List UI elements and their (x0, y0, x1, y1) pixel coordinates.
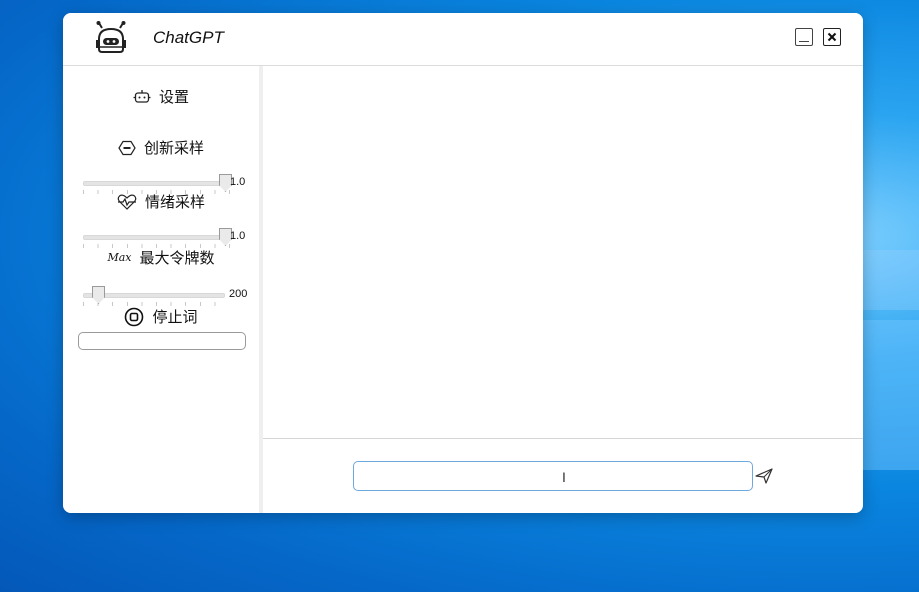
close-button[interactable] (823, 28, 841, 46)
text-cursor-icon: I (562, 469, 566, 485)
innovation-header: 创新采样 (63, 137, 259, 158)
minimize-button[interactable] (795, 28, 813, 46)
max-text-icon: Max (107, 251, 132, 264)
desktop-light-streak (859, 250, 919, 310)
settings-label: 设置 (158, 89, 189, 106)
heart-pulse-icon (117, 194, 137, 210)
robot-small-icon (133, 89, 151, 103)
app-window: ChatGPT 设置 创新采样 1.0 情绪采样 1.0 Max 最大令牌数 2… (63, 13, 863, 513)
robot-logo-icon (96, 21, 126, 53)
emotion-header: 情绪采样 (63, 191, 259, 212)
stop-icon (125, 307, 144, 326)
message-input[interactable]: I (353, 461, 753, 491)
close-icon (827, 32, 837, 42)
new-badge-icon (118, 140, 136, 155)
emotion-value: 1.0 (230, 230, 246, 242)
stop-words-header: 停止词 (63, 306, 259, 327)
input-footer: I (263, 438, 863, 513)
stop-words-input[interactable] (78, 332, 246, 350)
settings-header: 设置 (63, 86, 259, 107)
innovation-value: 1.0 (230, 176, 246, 188)
emotion-label: 情绪采样 (144, 194, 205, 211)
chat-history-area[interactable] (263, 66, 863, 438)
window-title: ChatGPT (153, 28, 224, 47)
max-tokens-label: 最大令牌数 (139, 250, 215, 267)
settings-sidebar: 设置 创新采样 1.0 情绪采样 1.0 Max 最大令牌数 200 停止词 (63, 66, 263, 513)
stop-words-label: 停止词 (152, 309, 198, 326)
title-bar[interactable]: ChatGPT (63, 13, 863, 66)
max-tokens-value: 200 (229, 288, 248, 300)
desktop-light-streak (859, 320, 919, 470)
max-tokens-header: Max 最大令牌数 (63, 247, 259, 268)
innovation-label: 创新采样 (143, 140, 204, 157)
send-icon[interactable] (754, 466, 774, 486)
